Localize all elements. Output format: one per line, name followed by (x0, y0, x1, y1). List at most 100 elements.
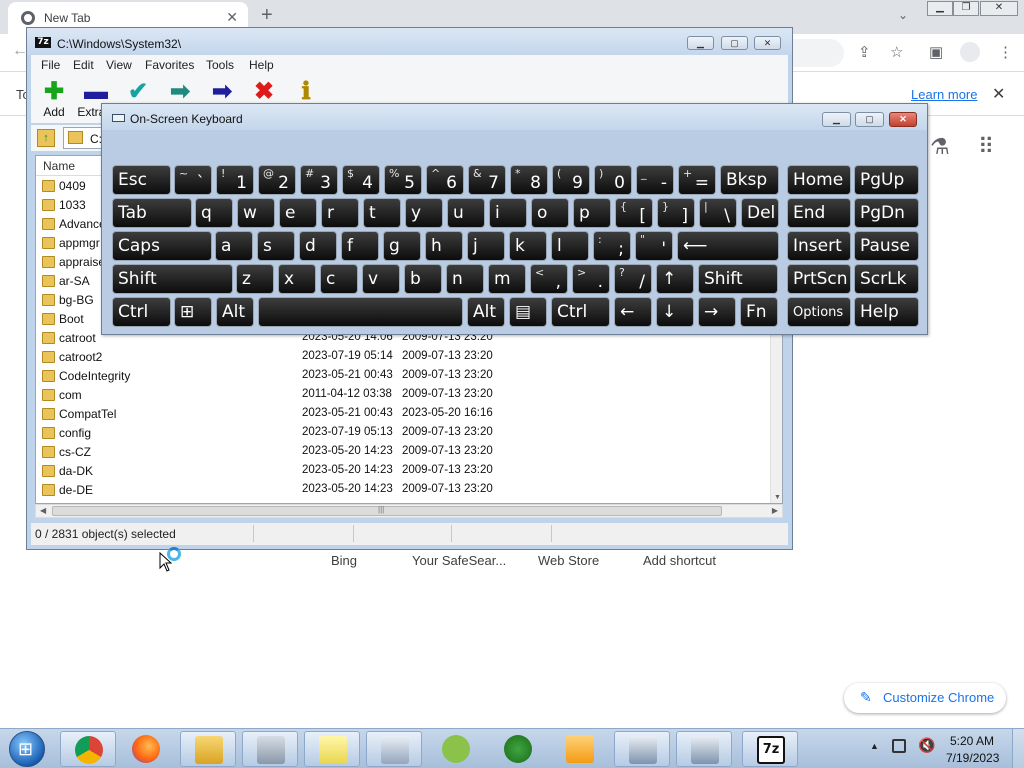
file-row[interactable]: de-DE 2023-05-20 14:23 2009-07-13 23:20 (36, 480, 770, 499)
key[interactable]: o (531, 198, 569, 228)
menu-file[interactable]: File (41, 58, 60, 72)
key[interactable]: t (363, 198, 401, 228)
key[interactable]: _ - (636, 165, 674, 195)
key[interactable]: | \ (699, 198, 737, 228)
key[interactable]: p (573, 198, 611, 228)
google-apps-grid-icon[interactable]: ⠿ (978, 134, 994, 160)
key[interactable]: i (489, 198, 527, 228)
chrome-minimize-button[interactable]: ▁ (927, 1, 953, 16)
taskbar-calculator[interactable] (242, 731, 298, 767)
key[interactable]: → (698, 297, 736, 327)
folder-up-icon[interactable]: ↑ (37, 129, 55, 147)
key[interactable]: " ' (635, 231, 673, 261)
key[interactable]: d (299, 231, 337, 261)
key[interactable]: r (321, 198, 359, 228)
shortcut-bing[interactable]: Bing (331, 553, 357, 568)
chrome-close-button[interactable]: ✕ (980, 1, 1018, 16)
profile-avatar-icon[interactable] (960, 42, 980, 62)
key[interactable]: :; (593, 231, 631, 261)
key[interactable]: n (446, 264, 484, 294)
key[interactable]: Fn (740, 297, 778, 327)
key[interactable]: Shift (112, 264, 233, 294)
key[interactable]: ~ ` (174, 165, 212, 195)
osk-close-button[interactable]: ✕ (889, 112, 917, 127)
key[interactable]: End (787, 198, 851, 228)
taskbar-monitor-app[interactable] (614, 731, 670, 767)
chrome-menu-kebab-icon[interactable]: ⋮ (998, 43, 1013, 61)
menu-help[interactable]: Help (249, 58, 274, 72)
key[interactable]: z (236, 264, 274, 294)
key[interactable]: w (237, 198, 275, 228)
key[interactable]: Help (854, 297, 919, 327)
sevenzip-minimize-button[interactable]: ▁ (687, 36, 714, 50)
key[interactable]: Alt (467, 297, 505, 327)
taskbar-7zip[interactable]: 7z (742, 731, 798, 767)
clock-date[interactable]: 7/19/2023 (946, 751, 999, 765)
key[interactable]: Ctrl (112, 297, 171, 327)
shortcut-safesearch[interactable]: Your SafeSear... (412, 553, 506, 568)
key[interactable]: e (279, 198, 317, 228)
sevenzip-titlebar[interactable]: 7z C:\Windows\System32\ ▁ ▢ ✕ (27, 28, 792, 55)
taskbar-network-app[interactable] (676, 731, 732, 767)
key[interactable]: Tab (112, 198, 192, 228)
key[interactable]: Options (787, 297, 851, 327)
tray-expand-arrow-icon[interactable]: ▲ (870, 741, 879, 751)
key[interactable]: y (405, 198, 443, 228)
osk-minimize-button[interactable]: ▁ (822, 112, 851, 127)
shortcut-web-store[interactable]: Web Store (538, 553, 599, 568)
file-row[interactable]: catroot2 2023-07-19 05:14 2009-07-13 23:20 (36, 347, 770, 366)
taskbar-android[interactable] (428, 731, 484, 767)
key[interactable]: ? / (614, 264, 652, 294)
infobar-close-icon[interactable]: ✕ (992, 84, 1005, 104)
key[interactable]: x (278, 264, 316, 294)
taskbar-chrome[interactable] (60, 731, 116, 767)
key[interactable]: + = (678, 165, 716, 195)
add-button[interactable]: ✚ Add (34, 79, 74, 120)
labs-flask-icon[interactable]: ⚗ (930, 134, 950, 160)
taskbar-firefox[interactable] (118, 731, 174, 767)
key[interactable]: Ctrl (551, 297, 610, 327)
key[interactable]: Esc (112, 165, 171, 195)
key[interactable]: Del (741, 198, 779, 228)
scroll-right-arrow-icon[interactable]: ▶ (772, 506, 778, 515)
file-row[interactable]: config 2023-07-19 05:13 2009-07-13 23:20 (36, 423, 770, 442)
key[interactable]: v (362, 264, 400, 294)
osk-titlebar[interactable]: On-Screen Keyboard ▁ ▢ ✕ (102, 104, 927, 130)
scroll-down-arrow-icon[interactable]: ▼ (774, 494, 781, 501)
menu-favorites[interactable]: Favorites (145, 58, 194, 72)
key[interactable]: l (551, 231, 589, 261)
key[interactable] (258, 297, 463, 327)
horizontal-scroll-thumb[interactable]: ||| (52, 505, 722, 516)
key[interactable]: & 7 (468, 165, 506, 195)
key[interactable]: Insert (787, 231, 851, 261)
key[interactable]: h (425, 231, 463, 261)
key[interactable]: ScrLk (854, 264, 919, 294)
key[interactable]: Bksp (720, 165, 779, 195)
key[interactable]: ↑ (656, 264, 694, 294)
key[interactable]: {[ (615, 198, 653, 228)
volume-muted-icon[interactable]: 🔇 (918, 737, 935, 754)
key[interactable]: c (320, 264, 358, 294)
key[interactable]: ⊞ (174, 297, 212, 327)
file-row[interactable]: cs-CZ 2023-05-20 14:23 2009-07-13 23:20 (36, 442, 770, 461)
key[interactable]: <, (530, 264, 568, 294)
key[interactable]: PgDn (854, 198, 919, 228)
key[interactable]: Caps (112, 231, 212, 261)
key[interactable]: >. (572, 264, 610, 294)
key[interactable]: }] (657, 198, 695, 228)
key[interactable]: % 5 (384, 165, 422, 195)
key[interactable]: PrtScn (787, 264, 851, 294)
key[interactable]: $4 (342, 165, 380, 195)
taskbar-on-screen-keyboard[interactable] (366, 731, 422, 767)
key[interactable]: Shift (698, 264, 778, 294)
key[interactable]: Home (787, 165, 851, 195)
key[interactable]: ! 1 (216, 165, 254, 195)
key[interactable]: ) 0 (594, 165, 632, 195)
scroll-left-arrow-icon[interactable]: ◀ (40, 506, 46, 515)
key[interactable]: a (215, 231, 253, 261)
key[interactable]: q (195, 198, 233, 228)
sevenzip-close-button[interactable]: ✕ (754, 36, 781, 50)
show-desktop-button[interactable] (1012, 729, 1024, 768)
key[interactable]: ⟵ (677, 231, 779, 261)
taskbar-explorer[interactable] (180, 731, 236, 767)
